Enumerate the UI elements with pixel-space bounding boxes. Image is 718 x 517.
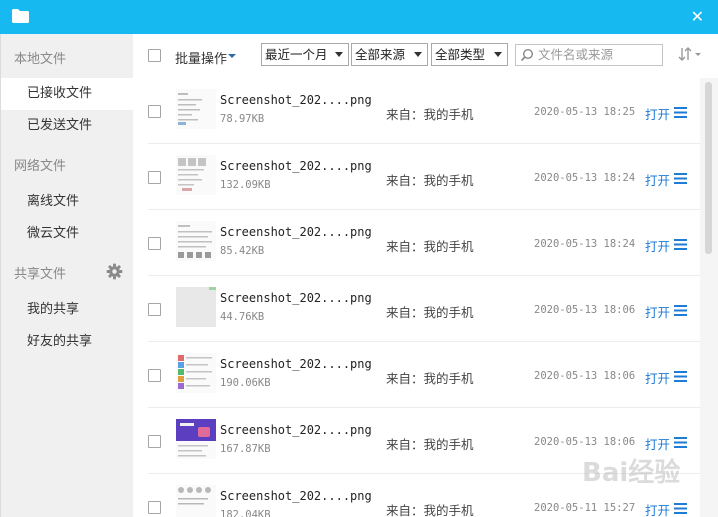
row-checkbox[interactable] (148, 105, 161, 118)
scrollbar-thumb[interactable] (705, 82, 712, 254)
file-source: 来自：我的手机 (386, 173, 474, 188)
sidebar-item-offline[interactable]: 离线文件 (1, 186, 134, 218)
file-source: 来自：我的手机 (386, 239, 474, 254)
watermark: Bai经验 (582, 458, 681, 488)
close-button[interactable]: ✕ (691, 8, 704, 26)
sidebar-item-sent[interactable]: 已发送文件 (1, 110, 134, 142)
file-size: 44.76KB (220, 311, 265, 323)
file-name: Screenshot_202....png (220, 225, 372, 239)
file-size: 167.87KB (220, 443, 271, 455)
file-thumbnail (176, 155, 216, 195)
menu-icon[interactable] (674, 107, 687, 121)
folder-icon (12, 9, 29, 26)
search-placeholder: 文件名或来源 (538, 47, 614, 62)
sidebar-group-shared: 共享文件 (14, 267, 67, 282)
file-size: 182.04KB (220, 509, 271, 517)
source-filter-select[interactable]: 全部来源 (351, 43, 428, 66)
menu-icon[interactable] (674, 305, 687, 319)
file-thumbnail (176, 419, 216, 459)
file-time: 2020-05-13 18:25 (534, 106, 636, 118)
file-source: 来自：我的手机 (386, 371, 474, 386)
file-size: 78.97KB (220, 113, 265, 125)
row-checkbox[interactable] (148, 501, 161, 514)
row-checkbox[interactable] (148, 303, 161, 316)
row-checkbox[interactable] (148, 171, 161, 184)
menu-icon[interactable] (674, 173, 687, 187)
row-checkbox[interactable] (148, 237, 161, 250)
file-row[interactable]: Screenshot_202....png 78.97KB 来自：我的手机 20… (133, 78, 700, 144)
file-time: 2020-05-11 15:27 (534, 502, 636, 514)
file-name: Screenshot_202....png (220, 489, 372, 503)
toolbar: 批量操作 最近一个月 全部来源 全部类型 文件名或来源 (133, 34, 718, 76)
time-filter-select[interactable]: 最近一个月 (261, 43, 349, 66)
open-link[interactable]: 打开 (645, 302, 670, 321)
file-source: 来自：我的手机 (386, 305, 474, 320)
file-row[interactable]: Screenshot_202....png 132.09KB 来自：我的手机 2… (133, 144, 700, 210)
file-row[interactable]: Screenshot_202....png 44.76KB 来自：我的手机 20… (133, 276, 700, 342)
sidebar-group-local: 本地文件 (14, 52, 67, 67)
batch-operation-button[interactable]: 批量操作 (175, 48, 227, 67)
file-name: Screenshot_202....png (220, 423, 372, 437)
row-checkbox[interactable] (148, 435, 161, 448)
main-panel: 批量操作 最近一个月 全部来源 全部类型 文件名或来源 Screenshot_2… (133, 34, 718, 517)
file-thumbnail (176, 353, 216, 393)
chevron-down-icon (228, 54, 236, 58)
sidebar-item-friend-share[interactable]: 好友的共享 (1, 326, 134, 358)
dropdown-arrow-icon (494, 52, 502, 57)
open-link[interactable]: 打开 (645, 170, 670, 189)
file-time: 2020-05-13 18:24 (534, 238, 636, 250)
file-time: 2020-05-13 18:06 (534, 370, 636, 382)
file-thumbnail (176, 287, 216, 327)
menu-icon[interactable] (674, 239, 687, 253)
file-thumbnail (176, 89, 216, 129)
file-size: 190.06KB (220, 377, 271, 389)
file-time: 2020-05-13 18:24 (534, 172, 636, 184)
dropdown-arrow-icon (414, 52, 422, 57)
file-time: 2020-05-13 18:06 (534, 436, 636, 448)
search-input[interactable]: 文件名或来源 (515, 44, 663, 66)
file-row[interactable]: Screenshot_202....png 85.42KB 来自：我的手机 20… (133, 210, 700, 276)
dropdown-arrow-icon (335, 52, 343, 57)
row-checkbox[interactable] (148, 369, 161, 382)
sidebar-group-network: 网络文件 (14, 159, 67, 174)
sidebar-item-received[interactable]: 已接收文件 (1, 78, 134, 110)
file-source: 来自：我的手机 (386, 437, 474, 452)
file-size: 85.42KB (220, 245, 265, 257)
vertical-scrollbar[interactable] (700, 78, 718, 517)
open-link[interactable]: 打开 (645, 434, 670, 453)
file-time: 2020-05-13 18:06 (534, 304, 636, 316)
menu-icon[interactable] (674, 503, 687, 517)
select-all-checkbox[interactable] (148, 49, 161, 62)
sidebar-item-weiyun[interactable]: 微云文件 (1, 218, 134, 250)
file-name: Screenshot_202....png (220, 291, 372, 305)
menu-icon[interactable] (674, 437, 687, 451)
type-filter-value: 全部类型 (435, 47, 486, 62)
source-filter-value: 全部来源 (355, 47, 406, 62)
time-filter-value: 最近一个月 (265, 47, 328, 62)
file-name: Screenshot_202....png (220, 357, 372, 371)
gear-icon[interactable] (106, 263, 123, 283)
file-thumbnail (176, 221, 216, 261)
open-link[interactable]: 打开 (645, 236, 670, 255)
sort-icon[interactable] (677, 46, 703, 65)
menu-icon[interactable] (674, 371, 687, 385)
file-row[interactable]: Screenshot_202....png 190.06KB 来自：我的手机 2… (133, 342, 700, 408)
type-filter-select[interactable]: 全部类型 (431, 43, 508, 66)
file-name: Screenshot_202....png (220, 93, 372, 107)
title-bar: ✕ (0, 0, 718, 34)
file-size: 132.09KB (220, 179, 271, 191)
search-icon (520, 48, 534, 68)
file-name: Screenshot_202....png (220, 159, 372, 173)
sidebar-item-my-share[interactable]: 我的共享 (1, 294, 134, 326)
open-link[interactable]: 打开 (645, 500, 670, 517)
open-link[interactable]: 打开 (645, 104, 670, 123)
sidebar: 本地文件 已接收文件 已发送文件 网络文件 离线文件 微云文件 共享文件 我的共… (0, 34, 134, 517)
file-thumbnail (176, 485, 216, 517)
open-link[interactable]: 打开 (645, 368, 670, 387)
file-source: 来自：我的手机 (386, 107, 474, 122)
file-source: 来自：我的手机 (386, 503, 474, 517)
